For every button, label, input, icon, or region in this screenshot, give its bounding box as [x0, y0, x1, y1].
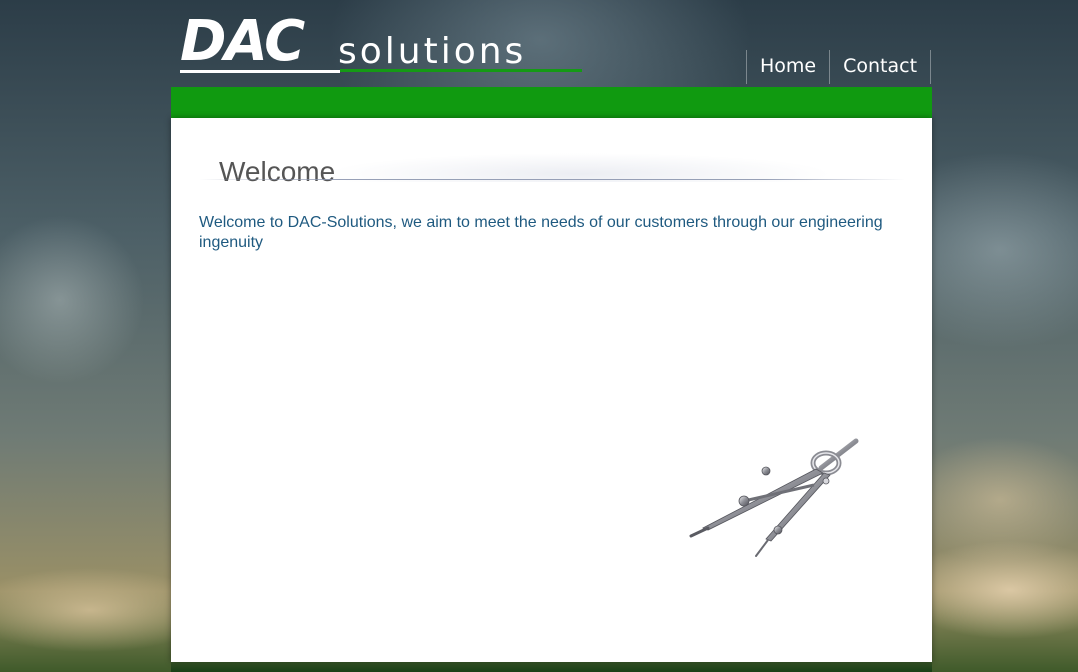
logo-underline: [180, 70, 340, 73]
drafting-compass-icon: [689, 438, 859, 557]
logo-primary-text: DAC: [180, 9, 305, 74]
heading-divider: [199, 179, 905, 180]
intro-text: Welcome to DAC-Solutions, we aim to meet…: [199, 214, 883, 251]
nav-contact-link[interactable]: Contact: [829, 50, 932, 84]
main-nav: Home Contact: [746, 50, 932, 86]
logo-secondary-text: solutions: [338, 31, 527, 72]
footer-strip: [171, 662, 932, 672]
logo-underline-accent: [340, 69, 582, 72]
header-bar: [171, 87, 932, 118]
page-title: Welcome: [219, 156, 336, 187]
content-panel: Welcome Welcome to DAC-Solutions, we aim…: [171, 118, 932, 662]
nav-home-link[interactable]: Home: [746, 50, 829, 84]
site-logo[interactable]: DAC solutions: [180, 12, 582, 76]
heading-banner: Welcome: [199, 138, 905, 187]
